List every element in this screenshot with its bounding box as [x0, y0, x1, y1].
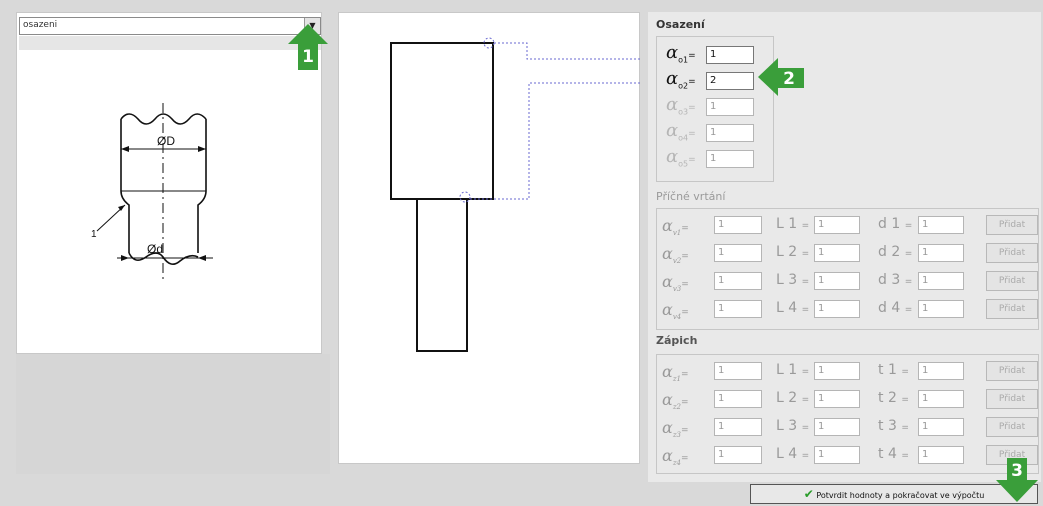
- badge-2-number: 2: [783, 69, 795, 89]
- zapich-a-label: αz3=: [662, 418, 689, 440]
- zapich-l-input[interactable]: 1: [814, 362, 860, 380]
- zapich-t-label: t 3 =: [878, 418, 909, 434]
- section-pricne-title: Příčné vrtání: [656, 190, 726, 203]
- zapich-add-button[interactable]: Přidat: [986, 417, 1038, 437]
- ao3-input[interactable]: 1: [706, 98, 754, 116]
- leader-mark: 1: [91, 229, 97, 240]
- pricne-l-label: L 4 =: [776, 300, 810, 316]
- zapich-l-label: L 2 =: [776, 390, 810, 406]
- pricne-l-input[interactable]: 1: [814, 300, 860, 318]
- badge-1-number: 1: [302, 47, 314, 67]
- dim-small-label: Ød: [147, 242, 163, 256]
- type-select-value: osazeni: [23, 20, 58, 30]
- pricne-d-label: d 1 =: [878, 216, 913, 232]
- confirm-label: Potvrdit hodnoty a pokračovat ve výpočtu: [816, 491, 985, 500]
- zapich-t-label: t 1 =: [878, 362, 909, 378]
- label-ao1: αo1=: [666, 42, 696, 65]
- badge-2-left-arrow-icon: 2: [758, 58, 804, 96]
- zapich-t-input[interactable]: 1: [918, 390, 964, 408]
- zapich-a-label: αz2=: [662, 390, 689, 412]
- drawing-panel: [338, 12, 641, 464]
- zapich-a-input[interactable]: 1: [714, 390, 762, 408]
- select-strip: [19, 36, 321, 50]
- zapich-l-label: L 3 =: [776, 418, 810, 434]
- ao4-input[interactable]: 1: [706, 124, 754, 142]
- zapich-a-input[interactable]: 1: [714, 418, 762, 436]
- pricne-d-label: d 3 =: [878, 272, 913, 288]
- label-ao5: αo5=: [666, 146, 696, 169]
- shaft-schematic: ØD Ød 1: [91, 103, 213, 279]
- badge-3-down-arrow-icon: 3: [996, 458, 1038, 502]
- section-zapich-title: Zápich: [656, 334, 698, 347]
- zapich-a-label: αz4=: [662, 446, 689, 468]
- zapich-t-label: t 2 =: [878, 390, 909, 406]
- zapich-t-input[interactable]: 1: [918, 362, 964, 380]
- zapich-add-button[interactable]: Přidat: [986, 361, 1038, 381]
- zapich-l-label: L 4 =: [776, 446, 810, 462]
- left-lower-area: [16, 354, 330, 474]
- pricne-a-label: αv4=: [662, 300, 689, 322]
- pricne-d-label: d 2 =: [878, 244, 913, 260]
- zapich-t-input[interactable]: 1: [918, 446, 964, 464]
- pricne-a-label: αv2=: [662, 244, 689, 266]
- pricne-l-input[interactable]: 1: [814, 272, 860, 290]
- pricne-l-label: L 3 =: [776, 272, 810, 288]
- zapich-l-input[interactable]: 1: [814, 446, 860, 464]
- zapich-a-input[interactable]: 1: [714, 446, 762, 464]
- label-ao4: αo4=: [666, 120, 696, 143]
- pricne-add-button[interactable]: Přidat: [986, 271, 1038, 291]
- badge-1-up-arrow-icon: 1: [288, 24, 328, 70]
- checkmark-icon: ✔: [803, 487, 814, 501]
- preview-panel: osazeni ▼ ØD Ød 1: [16, 12, 322, 354]
- pricne-a-label: αv3=: [662, 272, 689, 294]
- pricne-d-input[interactable]: 1: [918, 244, 964, 262]
- pricne-add-button[interactable]: Přidat: [986, 299, 1038, 319]
- pricne-a-input[interactable]: 1: [714, 244, 762, 262]
- shaft-outline: [390, 37, 641, 352]
- parameters-panel: Osazení αo1= 1 αo2= 2 αo3= 1 αo4= 1 αo5=…: [648, 12, 1041, 482]
- zapich-l-label: L 1 =: [776, 362, 810, 378]
- dim-big-label: ØD: [157, 134, 175, 148]
- ao1-input[interactable]: 1: [706, 46, 754, 64]
- zapich-a-label: αz1=: [662, 362, 689, 384]
- zapich-add-button[interactable]: Přidat: [986, 389, 1038, 409]
- zapich-a-input[interactable]: 1: [714, 362, 762, 380]
- ao5-input[interactable]: 1: [706, 150, 754, 168]
- pricne-d-input[interactable]: 1: [918, 300, 964, 318]
- pricne-d-label: d 4 =: [878, 300, 913, 316]
- pricne-d-input[interactable]: 1: [918, 216, 964, 234]
- label-ao3: αo3=: [666, 94, 696, 117]
- pricne-l-input[interactable]: 1: [814, 244, 860, 262]
- pricne-l-label: L 2 =: [776, 244, 810, 260]
- pricne-d-input[interactable]: 1: [918, 272, 964, 290]
- type-select[interactable]: osazeni ▼: [19, 17, 321, 35]
- pricne-add-button[interactable]: Přidat: [986, 215, 1038, 235]
- pricne-add-button[interactable]: Přidat: [986, 243, 1038, 263]
- section-osazeni-title: Osazení: [656, 18, 705, 31]
- pricne-l-label: L 1 =: [776, 216, 810, 232]
- pricne-a-label: αv1=: [662, 216, 689, 238]
- ao2-input[interactable]: 2: [706, 72, 754, 90]
- pricne-l-input[interactable]: 1: [814, 216, 860, 234]
- zapich-l-input[interactable]: 1: [814, 418, 860, 436]
- label-ao2: αo2=: [666, 68, 696, 91]
- badge-3-number: 3: [1011, 461, 1023, 481]
- zapich-l-input[interactable]: 1: [814, 390, 860, 408]
- zapich-t-input[interactable]: 1: [918, 418, 964, 436]
- zapich-t-label: t 4 =: [878, 446, 909, 462]
- pricne-a-input[interactable]: 1: [714, 300, 762, 318]
- pricne-a-input[interactable]: 1: [714, 272, 762, 290]
- pricne-a-input[interactable]: 1: [714, 216, 762, 234]
